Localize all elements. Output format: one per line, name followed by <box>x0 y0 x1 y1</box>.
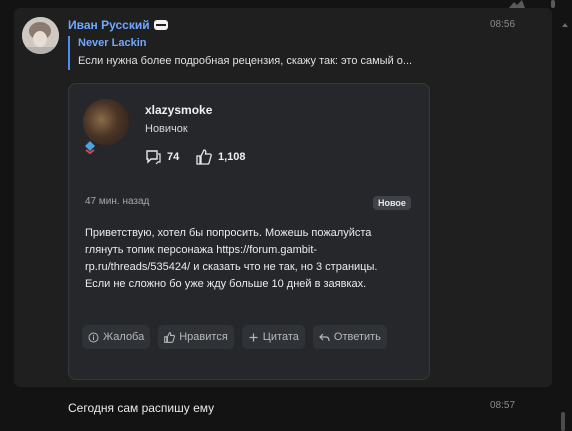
post-body: Приветствую, хотел бы попросить. Можешь … <box>85 227 378 290</box>
reply-button[interactable]: Ответить <box>312 325 387 349</box>
reply-quote[interactable]: Never Lackin Если нужна более подробная … <box>68 36 478 70</box>
poster-avatar[interactable] <box>83 99 129 145</box>
likes-count: 1,108 <box>218 151 246 163</box>
forum-post-card[interactable]: xlazysmoke Новичок 74 1,108 47 мин. наза… <box>68 83 430 380</box>
info-icon <box>88 332 99 342</box>
thumbs-up-icon <box>164 331 176 343</box>
message-header: Иван Русский <box>68 17 168 33</box>
reply-text: Если нужна более подробная рецензия, ска… <box>78 55 413 67</box>
messages-icon <box>146 150 161 165</box>
avatar[interactable] <box>22 17 59 54</box>
new-badge: Новое <box>373 196 411 210</box>
post-actions: Жалоба Нравится Цитата Ответить <box>82 325 387 349</box>
poster-username[interactable]: xlazysmoke <box>145 103 212 117</box>
author-name[interactable]: Иван Русский <box>68 18 150 32</box>
reply-icon <box>319 333 330 341</box>
report-label: Жалоба <box>103 331 145 343</box>
poster-rank: Новичок <box>145 123 188 135</box>
like-button[interactable]: Нравится <box>158 325 234 349</box>
scrollbar-track[interactable] <box>559 0 572 431</box>
messages-stat: 74 <box>145 149 179 165</box>
quote-button[interactable]: Цитата <box>241 325 305 349</box>
reply-label: Ответить <box>333 331 381 343</box>
scrollbar-thumb[interactable] <box>561 412 565 431</box>
rank-badge-icon <box>85 141 95 154</box>
messages-count: 74 <box>167 151 180 163</box>
scroll-up-icon[interactable] <box>560 20 570 30</box>
post-time: 47 мин. назад <box>85 196 150 207</box>
trollface-icon <box>153 20 168 30</box>
more-icon[interactable] <box>548 0 558 8</box>
like-label: Нравится <box>179 331 228 343</box>
reactions-icon[interactable] <box>508 0 526 8</box>
thumbs-up-icon <box>196 149 212 165</box>
message-time: 08:56 <box>490 19 516 30</box>
reply-author: Never Lackin <box>78 37 147 49</box>
plus-icon <box>249 333 258 341</box>
likes-stat: 1,108 <box>196 149 246 165</box>
followup-time: 08:57 <box>490 400 516 411</box>
followup-message: Сегодня сам распишу ему <box>68 401 215 415</box>
quote-label: Цитата <box>262 331 299 343</box>
report-button[interactable]: Жалоба <box>82 325 151 349</box>
